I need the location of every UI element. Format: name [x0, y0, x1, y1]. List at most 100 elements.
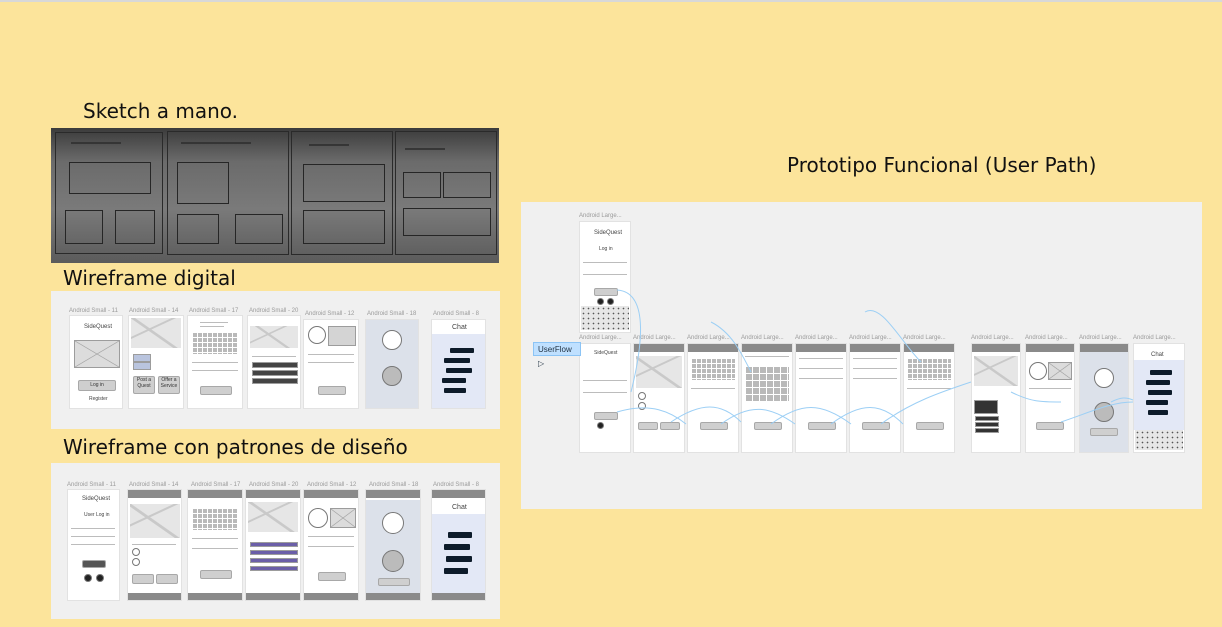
- top-app-bar[interactable]: [188, 490, 242, 498]
- wireframe-screen[interactable]: [303, 319, 359, 409]
- post-quest-button[interactable]: Post a Quest: [133, 376, 155, 394]
- prototype-screen[interactable]: [1025, 343, 1075, 453]
- map-placeholder: [130, 504, 180, 538]
- action-button[interactable]: [1036, 422, 1064, 430]
- register-link[interactable]: Register: [89, 396, 108, 402]
- calendar-grid[interactable]: [691, 358, 735, 380]
- user-flow-tag[interactable]: UserFlow ▷: [533, 342, 581, 368]
- social-icon[interactable]: [96, 574, 104, 582]
- action-button[interactable]: [660, 422, 680, 430]
- input-line[interactable]: [799, 358, 843, 359]
- top-app-bar[interactable]: [128, 490, 181, 498]
- top-app-bar[interactable]: [972, 344, 1020, 352]
- login-button[interactable]: Log in: [78, 380, 116, 391]
- wireframe-screen[interactable]: Post a Quest Offer a Service: [128, 315, 184, 409]
- patterns-screen[interactable]: [303, 489, 359, 601]
- input-line[interactable]: [71, 536, 115, 537]
- input-line[interactable]: [691, 388, 735, 389]
- bottom-nav[interactable]: [128, 593, 181, 600]
- input-line[interactable]: [583, 380, 627, 381]
- action-button[interactable]: [378, 578, 410, 586]
- wireframe-screen[interactable]: Chat: [431, 319, 486, 409]
- bottom-nav[interactable]: [246, 593, 300, 600]
- prototype-screen[interactable]: [741, 343, 793, 453]
- wireframe-screen[interactable]: SideQuest Log in Register: [69, 315, 123, 409]
- top-app-bar[interactable]: [304, 490, 358, 498]
- chat-bubble: [1146, 380, 1170, 385]
- bottom-nav[interactable]: [432, 593, 485, 600]
- top-app-bar[interactable]: [742, 344, 792, 352]
- submit-button[interactable]: [916, 422, 944, 430]
- patterns-screen[interactable]: [245, 489, 301, 601]
- prototype-screen-login[interactable]: SideQuest Log in: [579, 221, 631, 333]
- prototype-screen[interactable]: [849, 343, 901, 453]
- wireframe-screen[interactable]: [247, 315, 301, 409]
- top-app-bar[interactable]: [904, 344, 954, 352]
- action-button[interactable]: [318, 572, 346, 581]
- wireframe-screen[interactable]: [187, 315, 243, 409]
- top-app-bar[interactable]: [366, 490, 420, 498]
- input-line[interactable]: [71, 528, 115, 529]
- login-button[interactable]: [82, 560, 106, 568]
- action-button[interactable]: [318, 386, 346, 395]
- login-button[interactable]: [594, 412, 618, 420]
- input-line[interactable]: [799, 368, 843, 369]
- bottom-nav[interactable]: [188, 593, 242, 600]
- top-app-bar[interactable]: [850, 344, 900, 352]
- action-button[interactable]: [1090, 428, 1118, 436]
- bottom-nav[interactable]: [304, 593, 358, 600]
- keyboard[interactable]: [1135, 430, 1183, 450]
- calendar-grid[interactable]: [192, 332, 238, 354]
- patterns-screen[interactable]: SideQuest User Log in: [67, 489, 120, 601]
- input-line[interactable]: [853, 368, 897, 369]
- input-line[interactable]: [853, 358, 897, 359]
- submit-button[interactable]: [200, 570, 232, 579]
- submit-button[interactable]: [200, 386, 232, 395]
- top-app-bar[interactable]: [634, 344, 684, 352]
- prototype-screen[interactable]: [687, 343, 739, 453]
- prototype-screen-chat[interactable]: Chat: [1133, 343, 1185, 453]
- input-line[interactable]: [907, 388, 951, 389]
- social-icon[interactable]: [597, 422, 604, 429]
- calendar-grid[interactable]: [192, 508, 238, 530]
- input-line[interactable]: [799, 378, 843, 379]
- keyboard[interactable]: [581, 306, 629, 330]
- prototype-screen[interactable]: [795, 343, 847, 453]
- input-line[interactable]: [583, 262, 627, 263]
- top-app-bar[interactable]: [246, 490, 300, 498]
- patterns-screen[interactable]: Chat: [431, 489, 486, 601]
- top-app-bar[interactable]: [432, 490, 485, 498]
- input-line[interactable]: [853, 378, 897, 379]
- top-app-bar[interactable]: [688, 344, 738, 352]
- calendar-grid[interactable]: [907, 358, 951, 380]
- offer-service-button[interactable]: Offer a Service: [158, 376, 180, 394]
- submit-button[interactable]: [700, 422, 728, 430]
- login-button[interactable]: [594, 288, 618, 296]
- top-app-bar[interactable]: [796, 344, 846, 352]
- top-app-bar[interactable]: [1026, 344, 1074, 352]
- prototype-screen[interactable]: [633, 343, 685, 453]
- calendar-grid[interactable]: [745, 366, 789, 402]
- wireframe-screen[interactable]: [365, 319, 419, 409]
- submit-button[interactable]: [754, 422, 782, 430]
- social-icon[interactable]: [84, 574, 92, 582]
- patterns-screen[interactable]: [365, 489, 421, 601]
- submit-button[interactable]: [808, 422, 836, 430]
- action-button[interactable]: [132, 574, 154, 584]
- action-button[interactable]: [638, 422, 658, 430]
- social-icon[interactable]: [607, 298, 614, 305]
- patterns-screen[interactable]: [127, 489, 182, 601]
- social-icon[interactable]: [597, 298, 604, 305]
- input-line[interactable]: [583, 274, 627, 275]
- prototype-screen[interactable]: [903, 343, 955, 453]
- input-line[interactable]: [583, 392, 627, 393]
- action-button[interactable]: [156, 574, 178, 584]
- patterns-screen[interactable]: [187, 489, 243, 601]
- top-app-bar[interactable]: [1080, 344, 1128, 352]
- submit-button[interactable]: [862, 422, 890, 430]
- bottom-nav[interactable]: [366, 593, 420, 600]
- prototype-screen[interactable]: [1079, 343, 1129, 453]
- input-line[interactable]: [71, 544, 115, 545]
- prototype-screen[interactable]: [971, 343, 1021, 453]
- prototype-screen[interactable]: SideQuest: [579, 343, 631, 453]
